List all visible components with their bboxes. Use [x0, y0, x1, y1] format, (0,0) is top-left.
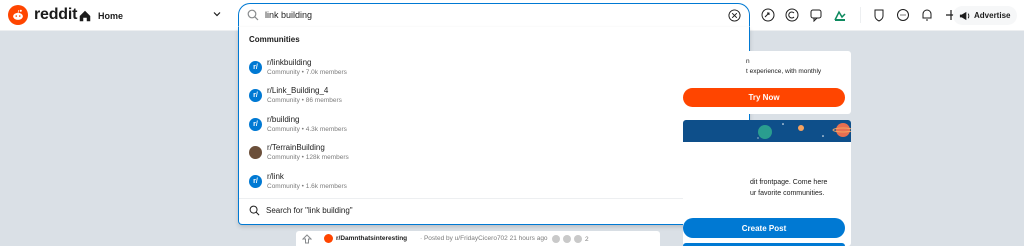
advertise-button[interactable]: Advertise: [953, 6, 1017, 25]
award-count: 2: [585, 235, 589, 243]
search-for-label: Search for "link building": [266, 206, 353, 215]
award-icon: [574, 235, 582, 243]
chevron-down-icon: [213, 12, 221, 17]
brand-name: reddit: [34, 6, 78, 23]
clear-search-icon[interactable]: [728, 9, 741, 22]
coins-icon[interactable]: [784, 7, 800, 23]
community-avatar: [249, 145, 262, 159]
home-card-text-line1: dit frontpage. Come here: [750, 179, 828, 186]
home-card-text-line2: ur favorite communities.: [750, 190, 825, 197]
home-label: Home: [98, 10, 124, 21]
search-bar[interactable]: [238, 3, 750, 27]
community-avatar: r/: [249, 88, 262, 102]
snoo-icon: [8, 5, 28, 25]
community-result[interactable]: r/TerrainBuilding Community • 128k membe…: [239, 138, 749, 166]
community-meta: Community • 128k members: [267, 154, 349, 161]
community-name: r/building: [267, 115, 300, 124]
subreddit-avatar: [324, 234, 333, 243]
chat-bubble-icon[interactable]: [808, 7, 824, 23]
upvote-icon[interactable]: [302, 234, 312, 244]
reddit-logo[interactable]: reddit: [8, 5, 77, 25]
community-avatar: r/: [249, 117, 262, 131]
chat-icon[interactable]: [895, 7, 911, 23]
search-dropdown: Communities r/ r/linkbuilding Community …: [238, 27, 750, 225]
dropdown-divider: [239, 198, 749, 199]
moderation-icon[interactable]: [832, 7, 848, 23]
post-byline: · Posted by u/FridayCicero702 21 hours a…: [420, 235, 548, 242]
community-avatar: r/: [249, 60, 262, 74]
community-name: r/linkbuilding: [267, 58, 312, 67]
try-now-button[interactable]: Try Now: [683, 88, 845, 107]
home-banner: [683, 120, 851, 142]
popular-icon[interactable]: [760, 7, 776, 23]
megaphone-icon: [959, 11, 970, 21]
community-name: r/link: [267, 172, 284, 181]
premium-text-line1: n: [746, 58, 750, 65]
header-icons: [760, 7, 967, 23]
community-result[interactable]: r/ r/link Community • 1.6k members: [239, 167, 749, 195]
create-post-button[interactable]: Create Post: [683, 218, 845, 238]
award-icon: [552, 235, 560, 243]
community-meta: Community • 86 members: [267, 97, 342, 104]
community-meta: Community • 4.3k members: [267, 126, 347, 133]
home-dropdown[interactable]: Home: [78, 5, 226, 26]
search-input[interactable]: [265, 10, 705, 20]
post-awards: 2: [552, 235, 589, 243]
community-result[interactable]: r/ r/linkbuilding Community • 7.0k membe…: [239, 53, 749, 81]
shield-icon[interactable]: [871, 7, 887, 23]
community-name: r/TerrainBuilding: [267, 143, 325, 152]
community-result[interactable]: r/ r/building Community • 4.3k members: [239, 110, 749, 138]
advertise-label: Advertise: [974, 11, 1011, 20]
community-meta: Community • 1.6k members: [267, 183, 347, 190]
home-icon: [79, 10, 91, 21]
search-for-query[interactable]: Search for "link building": [249, 205, 353, 216]
post-card[interactable]: r/Damnthatsinteresting · Posted by u/Fri…: [296, 231, 660, 246]
community-meta: Community • 7.0k members: [267, 69, 347, 76]
award-icon: [563, 235, 571, 243]
bell-icon[interactable]: [919, 7, 935, 23]
dropdown-heading: Communities: [249, 35, 300, 44]
community-name: r/Link_Building_4: [267, 86, 329, 95]
search-icon: [247, 9, 259, 21]
premium-text-line2: t experience, with monthly: [746, 68, 822, 75]
community-result[interactable]: r/ r/Link_Building_4 Community • 86 memb…: [239, 81, 749, 109]
community-avatar: r/: [249, 174, 262, 188]
post-subreddit[interactable]: r/Damnthatsinteresting: [336, 235, 407, 242]
search-icon: [249, 205, 260, 216]
header-divider: [860, 7, 861, 23]
